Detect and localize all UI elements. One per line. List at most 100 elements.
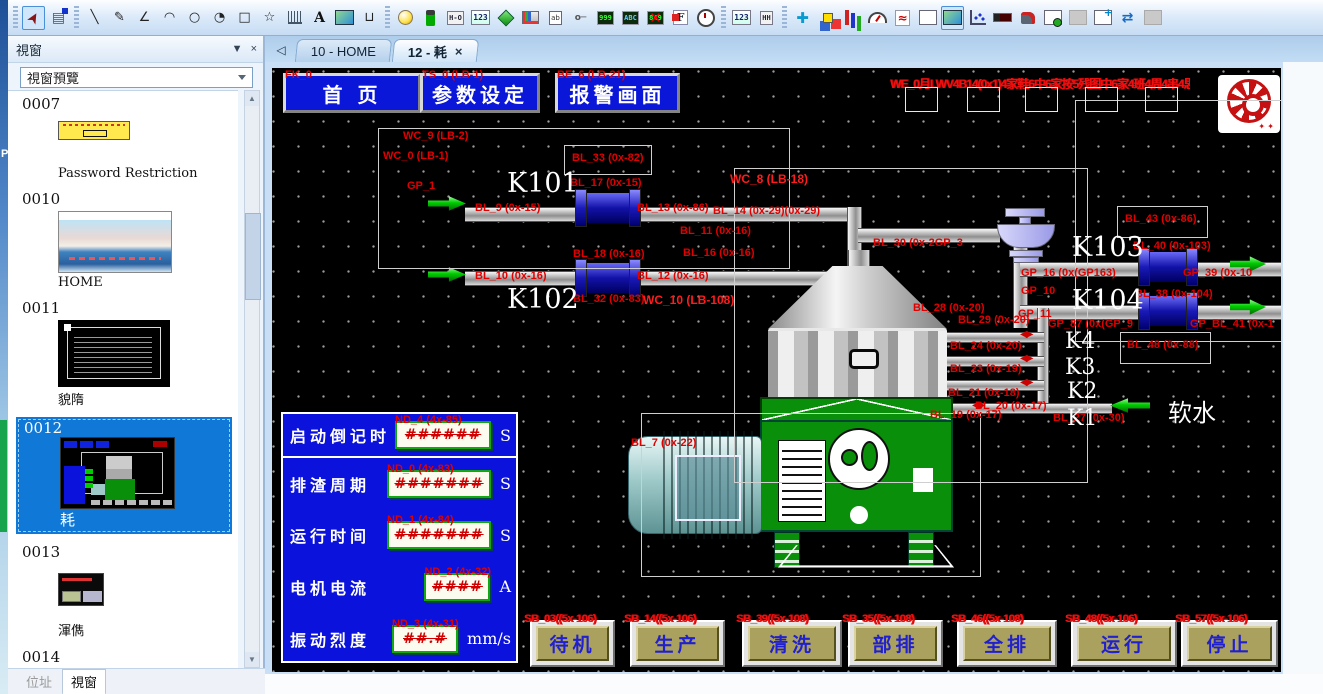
unit-label: A (499, 577, 511, 596)
toggle-switch-icon[interactable]: H-O (444, 6, 467, 30)
data-table-icon[interactable] (916, 6, 939, 30)
data-transfer-icon[interactable]: ⇄ (1116, 6, 1139, 30)
object-properties-icon[interactable]: ▤ (47, 6, 70, 30)
indicator-box[interactable] (1085, 87, 1118, 112)
panel-collapse-icon[interactable]: ▼ (232, 43, 243, 55)
flow-arrow-right[interactable] (428, 267, 466, 282)
address-label: BL_24 (0x-20) (950, 340, 1022, 352)
unit-label: S (500, 426, 511, 445)
polygon-icon[interactable]: ○ (183, 6, 206, 30)
parameter-panel[interactable]: 启动倒记时ND_4 (4x-85)######S 排渣周期ND_0 (4x-83… (281, 412, 518, 663)
touch-key-icon[interactable] (519, 6, 542, 30)
disabled-2-icon[interactable] (1141, 6, 1164, 30)
state-button[interactable]: 待机 (530, 620, 615, 667)
crossed-display-icon[interactable]: 849 (644, 6, 667, 30)
tab-12-耗[interactable]: 12 - 耗× (392, 39, 479, 62)
recipe-table-icon[interactable] (1041, 6, 1064, 30)
trend-chart-icon[interactable]: ≈ (891, 6, 914, 30)
state-button[interactable]: 全排 (957, 620, 1057, 667)
alarm-bar-icon[interactable] (991, 6, 1014, 30)
numeric-display-box[interactable]: ND_2 (4x-32)#### (424, 573, 490, 601)
key-object-icon[interactable]: o─ (569, 6, 592, 30)
move-object-icon[interactable]: ✚ (791, 6, 814, 30)
scale-icon[interactable] (283, 6, 306, 30)
numeric-display-box[interactable]: ND_4 (4x-85)###### (395, 421, 491, 449)
scroll-down-icon[interactable]: ▼ (245, 652, 259, 667)
indicator-box[interactable] (905, 87, 938, 112)
schedule-icon[interactable] (1091, 6, 1114, 30)
preview-select[interactable]: 視窗預覽 (20, 67, 253, 88)
parameter-label: 排渣周期 (290, 472, 370, 496)
window-item-0014[interactable]: 0014汜莉 (8, 648, 238, 668)
bar-graph-icon[interactable] (841, 6, 864, 30)
arc-icon[interactable]: ◠ (158, 6, 181, 30)
scroll-up-icon[interactable]: ▲ (245, 91, 259, 106)
line-icon[interactable]: ╲ (83, 6, 106, 30)
equipment-label: 软水 (1168, 393, 1216, 428)
clock-icon[interactable] (694, 6, 717, 30)
text-input-icon[interactable]: ab (544, 6, 567, 30)
star-icon[interactable]: ☆ (258, 6, 281, 30)
pie-icon[interactable]: ◔ (208, 6, 231, 30)
bit-lamp-icon[interactable] (394, 6, 417, 30)
address-label: BL_16 (0x-16) (683, 247, 755, 259)
tab-back-button[interactable]: ◁ (272, 41, 290, 59)
window-item-0013[interactable]: 0013渾儁 (8, 543, 238, 639)
indicator-box[interactable] (967, 87, 1000, 112)
window-thumbnail (58, 320, 170, 387)
ascii-display-icon[interactable]: ABC (619, 6, 642, 30)
panel-tab-位址[interactable]: 位址 (18, 670, 60, 693)
close-icon[interactable]: × (455, 44, 463, 59)
window-item-0007[interactable]: 0007Password Restriction (8, 95, 238, 181)
polyline-icon[interactable]: ∠ (133, 6, 156, 30)
address-tag: SB_35((5x-108) (842, 613, 914, 625)
parameter-row-wrap: 排渣周期ND_0 (4x-83)#######S (283, 458, 516, 510)
disabled-1-icon[interactable] (1066, 6, 1089, 30)
bar-switch-icon[interactable]: HH (755, 6, 778, 30)
picture-icon[interactable] (333, 6, 356, 30)
window-item-0011[interactable]: 0011貌隋 (8, 299, 238, 408)
state-button[interactable]: 清洗 (742, 620, 842, 667)
meter-icon[interactable] (866, 6, 889, 30)
address-label: GP_16 (0x(GP163) (1021, 267, 1116, 279)
numeric-display-2-icon[interactable]: 123 (730, 6, 753, 30)
window-list-scrollbar[interactable]: ▲ ▼ (244, 90, 260, 668)
scrollbar-thumb[interactable] (245, 213, 261, 300)
address-label: GP_BL_41 (0x-1 (1190, 318, 1274, 330)
multi-state-indicator-icon[interactable] (419, 6, 442, 30)
state-button[interactable]: 停止 (1181, 620, 1278, 667)
function-key-icon[interactable]: F (669, 6, 692, 30)
flow-block-icon[interactable] (816, 6, 839, 30)
numeric-display-box[interactable]: ND_1 (4x-84)####### (387, 521, 491, 549)
word-lamp-icon[interactable] (494, 6, 517, 30)
flow-arrow-left[interactable] (1110, 398, 1150, 413)
text-icon[interactable]: A (308, 6, 331, 30)
hmi-canvas[interactable]: ◀▶ ◀▶ ◀▶ ◀▶ (272, 68, 1281, 672)
indicator-box[interactable] (1145, 87, 1178, 112)
scatter-xy-icon[interactable] (966, 6, 989, 30)
numeric-display-box[interactable]: ND_0 (4x-83)####### (387, 470, 491, 498)
unit-label: S (500, 526, 511, 545)
address-label: BL_13 (0x-86) (637, 202, 709, 214)
freehand-icon[interactable]: ✎ (108, 6, 131, 30)
window-item-0012[interactable]: 0012耗 (16, 417, 232, 534)
panel-close-icon[interactable]: × (251, 43, 257, 55)
indicator-box[interactable] (1025, 87, 1058, 112)
address-label: WC_10 (LB-108) (643, 293, 734, 307)
window-shape-icon[interactable]: ⊔ (358, 6, 381, 30)
picture-graph-icon[interactable] (941, 6, 964, 30)
window-item-0010[interactable]: 0010HOME (8, 190, 238, 290)
nav-button-label: 报警画面 (570, 79, 666, 108)
numeric-display-box[interactable]: ND_3 (4x-31)##.# (392, 625, 458, 653)
numeric-key-icon[interactable]: 123 (469, 6, 492, 30)
rectangle-icon[interactable]: □ (233, 6, 256, 30)
select-cursor-icon[interactable]: ➤ (22, 6, 45, 30)
panel-tab-視窗[interactable]: 視窗 (62, 669, 106, 694)
numeric-display-icon[interactable]: 999 (594, 6, 617, 30)
alarm-display-icon[interactable] (1016, 6, 1039, 30)
tab-10-HOME[interactable]: 10 - HOME (295, 39, 392, 62)
state-button[interactable]: 生产 (630, 620, 725, 667)
window-number: 0013 (22, 543, 238, 561)
state-button[interactable]: 部排 (848, 620, 943, 667)
state-button[interactable]: 运行 (1071, 620, 1177, 667)
